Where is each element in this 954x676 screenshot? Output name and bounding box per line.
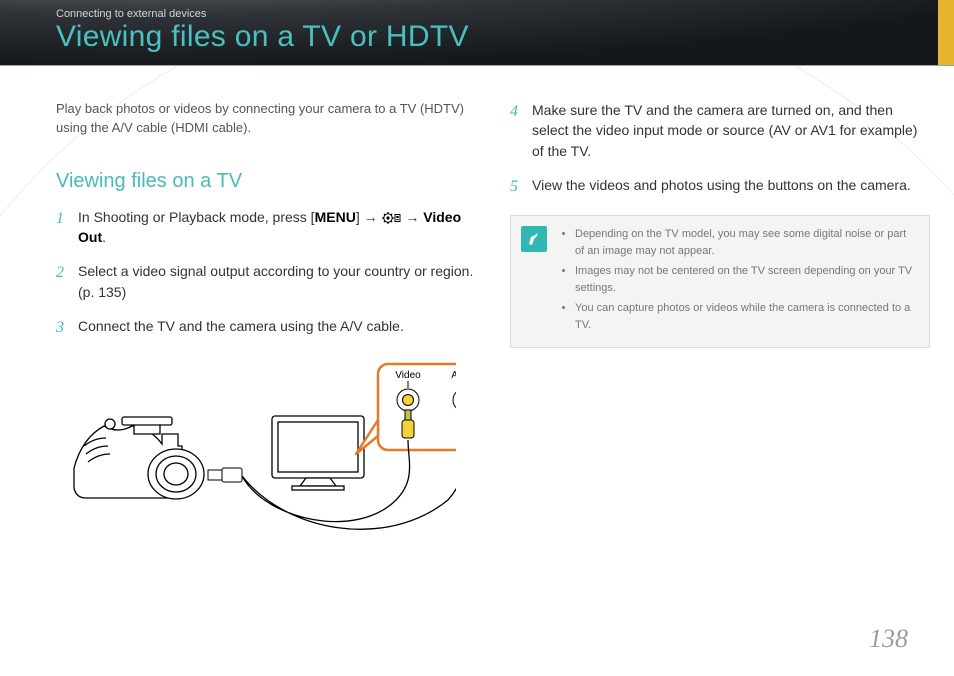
section-tab xyxy=(938,0,954,66)
step-3: 3 Connect the TV and the camera using th… xyxy=(56,316,476,336)
step-number: 4 xyxy=(510,100,518,123)
step-2: 2 Select a video signal output according… xyxy=(56,261,476,302)
step-number: 5 xyxy=(510,175,518,198)
intro-text: Play back photos or videos by connecting… xyxy=(56,100,476,138)
step-text: Make sure the TV and the camera are turn… xyxy=(532,102,917,159)
page-number: 138 xyxy=(869,624,908,654)
note-box: Depending on the TV model, you may see s… xyxy=(510,215,930,348)
step-1: 1 In Shooting or Playback mode, press [M… xyxy=(56,207,476,248)
step-4: 4 Make sure the TV and the camera are tu… xyxy=(510,100,930,161)
step-text: → xyxy=(405,209,423,225)
breadcrumb: Connecting to external devices xyxy=(56,8,206,20)
page-header: Connecting to external devices Viewing f… xyxy=(0,0,954,66)
gear-icon xyxy=(381,211,401,225)
connection-diagram: Video Audio xyxy=(56,350,476,545)
note-item: Depending on the TV model, you may see s… xyxy=(575,226,917,259)
step-text: . xyxy=(102,229,106,245)
video-label: Video xyxy=(395,370,421,381)
step-5: 5 View the videos and photos using the b… xyxy=(510,175,930,195)
step-text: ] → xyxy=(356,209,382,225)
note-item: Images may not be centered on the TV scr… xyxy=(575,263,917,296)
page-title: Viewing files on a TV or HDTV xyxy=(56,20,469,54)
step-number: 3 xyxy=(56,316,64,339)
camera-icon xyxy=(74,417,204,499)
step-text: View the videos and photos using the but… xyxy=(532,177,911,193)
menu-label: MENU xyxy=(315,209,356,225)
step-text: In Shooting or Playback mode, press [ xyxy=(78,209,315,225)
step-text: Select a video signal output according t… xyxy=(78,263,473,299)
step-number: 1 xyxy=(56,207,64,230)
step-number: 2 xyxy=(56,261,64,284)
note-icon xyxy=(521,226,547,252)
note-item: You can capture photos or videos while t… xyxy=(575,300,917,333)
audio-label: Audio xyxy=(451,370,456,381)
section-heading: Viewing files on a TV xyxy=(56,170,476,193)
step-text: Connect the TV and the camera using the … xyxy=(78,318,404,334)
av-jacks-callout: Video Audio xyxy=(356,364,456,454)
tv-icon xyxy=(272,416,364,490)
